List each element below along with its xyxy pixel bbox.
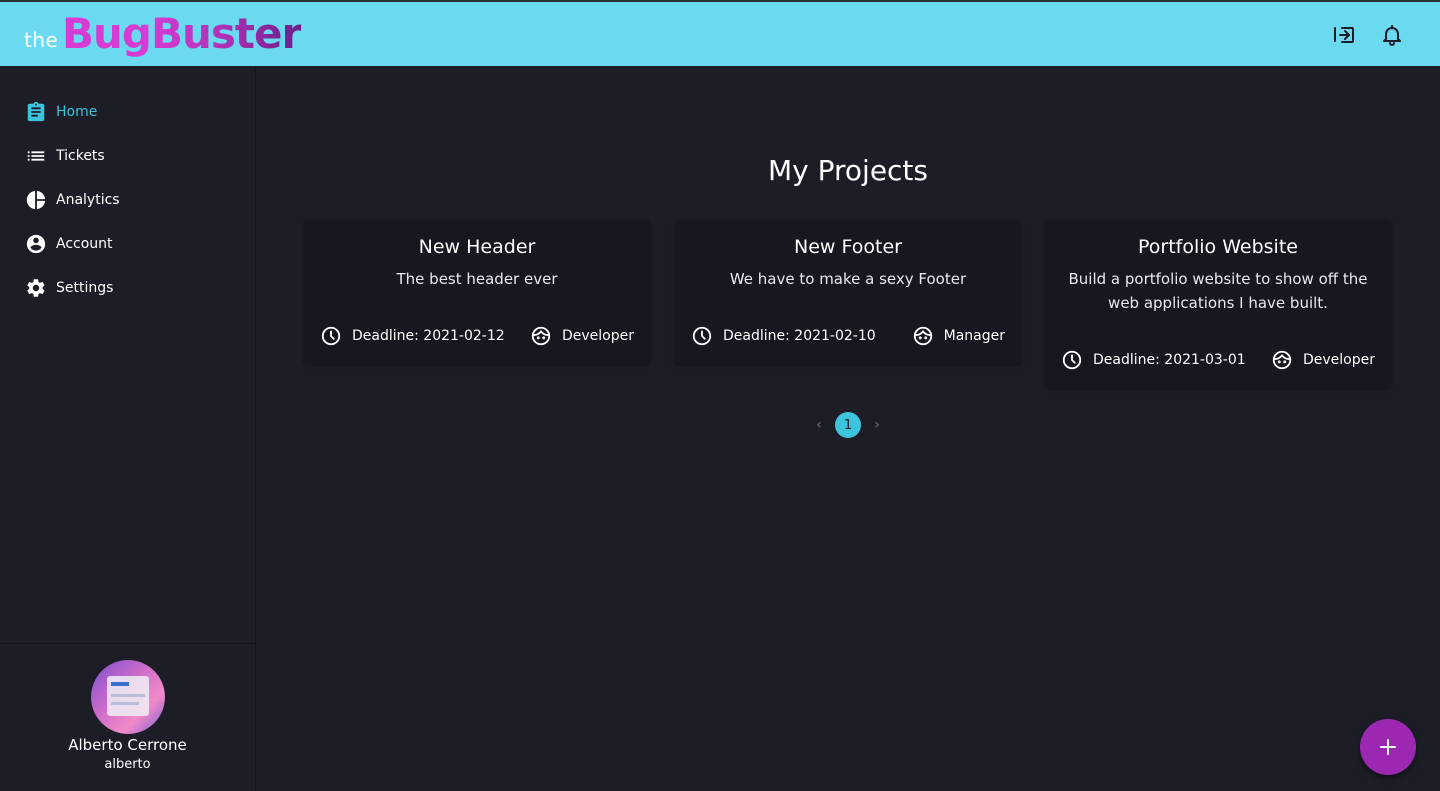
- project-role: Developer: [1271, 349, 1375, 371]
- clock-icon: [692, 326, 712, 346]
- assignment-icon: [25, 101, 47, 123]
- project-deadline: Deadline: 2021-02-10: [691, 325, 876, 347]
- project-deadline: Deadline: 2021-03-01: [1061, 349, 1246, 371]
- avatar-image-detail: [111, 702, 139, 705]
- page-button-current[interactable]: 1: [835, 412, 861, 438]
- project-card[interactable]: Portfolio Website Build a portfolio webs…: [1045, 220, 1391, 388]
- project-role: Manager: [912, 325, 1005, 347]
- main-content: My Projects New Header The best header e…: [256, 66, 1440, 791]
- logo-part-bug: Bug: [62, 9, 152, 58]
- sidebar-item-label: Tickets: [56, 148, 105, 164]
- project-title: Portfolio Website: [1138, 236, 1298, 258]
- bell-icon[interactable]: [1380, 23, 1404, 47]
- logout-icon[interactable]: [1332, 23, 1356, 47]
- deadline-text: Deadline: 2021-02-10: [723, 328, 876, 344]
- avatar-image-detail: [111, 682, 129, 686]
- list-icon: [25, 145, 47, 167]
- face-icon: [531, 326, 551, 346]
- pie-chart-icon: [25, 189, 47, 211]
- sidebar-divider: [0, 643, 255, 644]
- role-text: Manager: [943, 328, 1005, 344]
- project-description: The best header ever: [396, 270, 558, 288]
- avatar-image-detail: [111, 694, 145, 697]
- sidebar-item-label: Analytics: [56, 192, 120, 208]
- role-text: Developer: [561, 328, 634, 344]
- project-meta: Deadline: 2021-02-10 Manager: [691, 324, 1005, 348]
- project-description: We have to make a sexy Footer: [729, 270, 967, 288]
- add-project-button[interactable]: [1360, 719, 1416, 775]
- sidebar: Home Tickets Analytics Account Settings …: [0, 66, 256, 791]
- user-handle: alberto: [104, 757, 151, 772]
- sidebar-item-settings[interactable]: Settings: [0, 266, 255, 310]
- pagination: ‹ 1 ›: [256, 412, 1440, 438]
- user-name: Alberto Cerrone: [68, 736, 187, 754]
- role-text: Developer: [1302, 352, 1375, 368]
- next-page-button[interactable]: ›: [865, 412, 889, 438]
- project-description: Build a portfolio website to show off th…: [1068, 270, 1368, 312]
- sidebar-item-home[interactable]: Home: [0, 90, 255, 134]
- sidebar-item-account[interactable]: Account: [0, 222, 255, 266]
- top-app-bar: the BugBuster: [0, 0, 1440, 66]
- sidebar-item-analytics[interactable]: Analytics: [0, 178, 255, 222]
- face-icon: [1272, 350, 1292, 370]
- sidebar-item-label: Home: [56, 104, 98, 120]
- sidebar-item-label: Account: [56, 236, 113, 252]
- clock-icon: [1062, 350, 1082, 370]
- deadline-text: Deadline: 2021-02-12: [352, 328, 505, 344]
- project-title: New Footer: [794, 236, 902, 258]
- avatar[interactable]: [91, 660, 165, 734]
- sidebar-item-label: Settings: [56, 280, 114, 296]
- project-title: New Header: [418, 236, 536, 258]
- project-meta: Deadline: 2021-03-01 Developer: [1061, 348, 1375, 372]
- project-card[interactable]: New Footer We have to make a sexy Footer…: [675, 220, 1021, 364]
- sidebar-item-tickets[interactable]: Tickets: [0, 134, 255, 178]
- project-meta: Deadline: 2021-02-12 Developer: [320, 324, 634, 348]
- logo-prefix: the: [24, 28, 59, 52]
- logo-wordmark: BugBuster: [62, 6, 302, 62]
- plus-icon: [1380, 739, 1396, 755]
- deadline-text: Deadline: 2021-03-01: [1093, 352, 1246, 368]
- clock-icon: [321, 326, 341, 346]
- face-icon: [913, 326, 932, 346]
- account-circle-icon: [25, 233, 47, 255]
- project-card[interactable]: New Header The best header ever Deadline…: [304, 220, 650, 364]
- gear-icon: [25, 277, 47, 299]
- page-title: My Projects: [767, 154, 928, 187]
- project-role: Developer: [530, 325, 634, 347]
- project-deadline: Deadline: 2021-02-12: [320, 325, 505, 347]
- logo-part-buster: Buster: [150, 9, 302, 58]
- prev-page-button[interactable]: ‹: [807, 412, 831, 438]
